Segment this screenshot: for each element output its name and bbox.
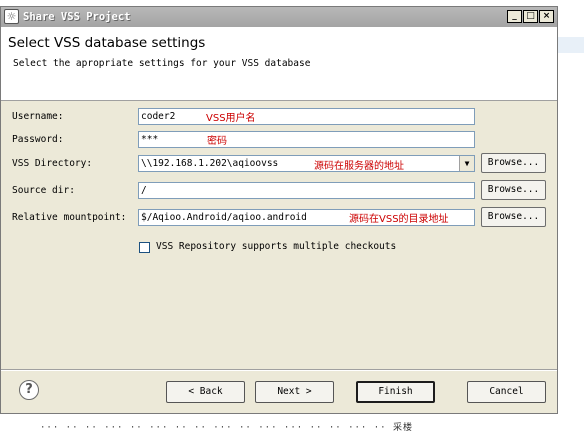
finish-button[interactable]: Finish xyxy=(356,381,435,403)
browse-source-dir-button[interactable]: Browse... xyxy=(481,180,546,200)
wizard-header: Select VSS database settings Select the … xyxy=(1,27,557,101)
maximize-button[interactable]: □ xyxy=(523,10,538,23)
username-value: coder2 xyxy=(141,111,176,122)
relative-mountpoint-value: $/Aqioo.Android/aqioo.android xyxy=(141,212,307,223)
username-field[interactable]: coder2 xyxy=(138,108,475,125)
page-title: Select VSS database settings xyxy=(8,35,206,51)
minimize-button[interactable]: _ xyxy=(507,10,522,23)
browse-vss-directory-button[interactable]: Browse... xyxy=(481,153,546,173)
background-text: ··· ·· ·· ··· ·· ··· ·· ·· ··· ·· ··· ··… xyxy=(40,423,414,433)
vss-directory-combo[interactable]: \\192.168.1.202\aqioovss ▼ xyxy=(138,155,475,172)
chevron-down-icon[interactable]: ▼ xyxy=(459,156,474,171)
source-dir-label: Source dir: xyxy=(12,185,75,196)
username-label: Username: xyxy=(12,111,64,122)
password-field[interactable]: *** xyxy=(138,131,475,148)
window-title: Share VSS Project xyxy=(23,11,131,23)
title-bar[interactable]: ☼ Share VSS Project _ □ × xyxy=(1,7,557,27)
source-dir-field[interactable]: / xyxy=(138,182,475,199)
password-annotation: 密码 xyxy=(207,136,227,147)
relative-mountpoint-label: Relative mountpoint: xyxy=(12,212,127,223)
vss-directory-annotation: 源码在服务器的地址 xyxy=(314,161,404,172)
source-dir-value: / xyxy=(141,185,147,196)
password-label: Password: xyxy=(12,134,64,145)
button-bar-separator xyxy=(1,369,557,371)
eclipse-icon: ☼ xyxy=(4,9,19,24)
help-icon[interactable]: ? xyxy=(19,380,39,400)
cancel-button[interactable]: Cancel xyxy=(467,381,546,403)
vss-directory-label: VSS Directory: xyxy=(12,158,93,169)
page-subtitle: Select the apropriate settings for your … xyxy=(13,58,311,69)
relative-mountpoint-annotation: 源码在VSS的目录地址 xyxy=(349,214,449,225)
multiple-checkouts-label[interactable]: VSS Repository supports multiple checkou… xyxy=(156,241,396,252)
password-value: *** xyxy=(141,134,159,145)
background-decoration xyxy=(558,37,584,53)
browse-relative-mountpoint-button[interactable]: Browse... xyxy=(481,207,546,227)
multiple-checkouts-checkbox[interactable] xyxy=(139,242,150,253)
share-vss-dialog: ☼ Share VSS Project _ □ × Select VSS dat… xyxy=(0,6,558,414)
vss-directory-value: \\192.168.1.202\aqioovss xyxy=(141,158,279,169)
close-button[interactable]: × xyxy=(539,10,554,23)
back-button[interactable]: < Back xyxy=(166,381,245,403)
username-annotation: VSS用户名 xyxy=(206,113,256,124)
next-button[interactable]: Next > xyxy=(255,381,334,403)
